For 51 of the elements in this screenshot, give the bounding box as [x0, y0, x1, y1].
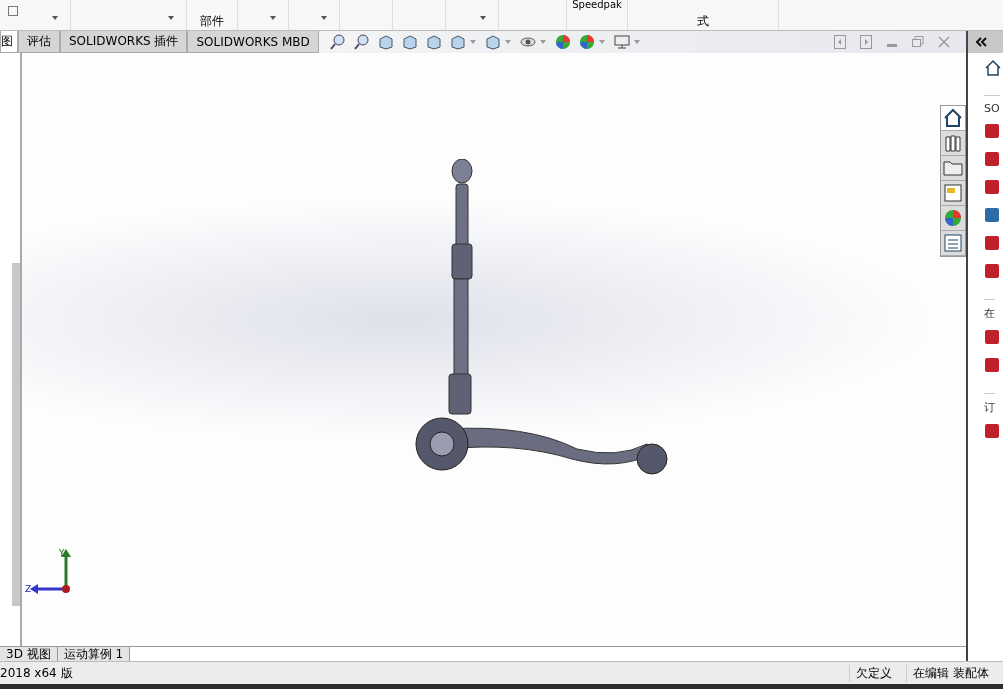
command-tab[interactable]: 评估 — [18, 31, 60, 53]
collapse-icon[interactable] — [976, 37, 988, 47]
caret-icon — [270, 16, 276, 20]
caret-icon — [168, 16, 174, 20]
zoom-area-icon[interactable] — [352, 33, 371, 51]
ribbon-label[interactable]: 式 — [697, 14, 709, 30]
panel-right-icon[interactable] — [860, 35, 872, 49]
caret-icon[interactable] — [539, 40, 546, 44]
caret-icon — [52, 16, 58, 20]
caret-icon[interactable] — [504, 40, 511, 44]
restore-icon[interactable] — [912, 35, 924, 49]
monitor-icon[interactable] — [612, 33, 631, 51]
ribbon-label[interactable]: Speedpak — [572, 0, 622, 12]
scrollbar[interactable] — [12, 263, 20, 606]
home-icon[interactable] — [984, 59, 1002, 77]
properties-list-icon[interactable] — [941, 231, 965, 256]
caret-icon — [321, 16, 327, 20]
bottom-tab[interactable]: 运动算例 1 — [57, 647, 131, 661]
bottom-tab[interactable]: 3D 视图 — [0, 647, 58, 661]
sw-tool-icon[interactable] — [984, 151, 1002, 169]
ribbon-label[interactable]: 部件 — [200, 14, 224, 30]
checkbox-icon — [8, 6, 18, 16]
appearance-icon[interactable] — [553, 33, 572, 51]
command-tab[interactable]: SOLIDWORKS MBD — [187, 31, 319, 53]
z-axis-label: Z — [25, 584, 32, 594]
sw-tool-icon[interactable] — [984, 423, 1002, 441]
section-heading: 订 — [984, 393, 995, 415]
command-tab[interactable]: 图 — [0, 31, 18, 53]
zoom-fit-icon[interactable] — [328, 33, 347, 51]
sw-tool-icon[interactable] — [984, 235, 1002, 253]
status-text: 在编辑 装配体 — [906, 664, 1003, 682]
caret-icon[interactable] — [598, 40, 605, 44]
y-axis-label: Y — [59, 548, 65, 558]
sw-tool-icon[interactable] — [984, 329, 1002, 347]
home-icon[interactable] — [941, 106, 965, 131]
panel-left-icon[interactable] — [834, 35, 846, 49]
status-text: 欠定义 — [849, 664, 907, 682]
close-icon[interactable] — [938, 35, 950, 49]
palette-icon[interactable] — [941, 181, 965, 206]
version-text: 2018 x64 版 — [0, 664, 73, 682]
caret-icon[interactable] — [633, 40, 640, 44]
sw-tool-icon[interactable] — [984, 179, 1002, 197]
sw-tool-icon[interactable] — [984, 207, 1002, 225]
section-heading: SO — [984, 95, 1000, 115]
command-tab[interactable]: SOLIDWORKS 插件 — [60, 31, 188, 53]
sw-tool-icon[interactable] — [984, 263, 1002, 281]
sw-tool-icon[interactable] — [984, 357, 1002, 375]
sw-tool-icon[interactable] — [984, 123, 1002, 141]
caret-icon — [480, 16, 486, 20]
section-heading: 在 — [984, 299, 995, 321]
caret-icon[interactable] — [469, 40, 476, 44]
